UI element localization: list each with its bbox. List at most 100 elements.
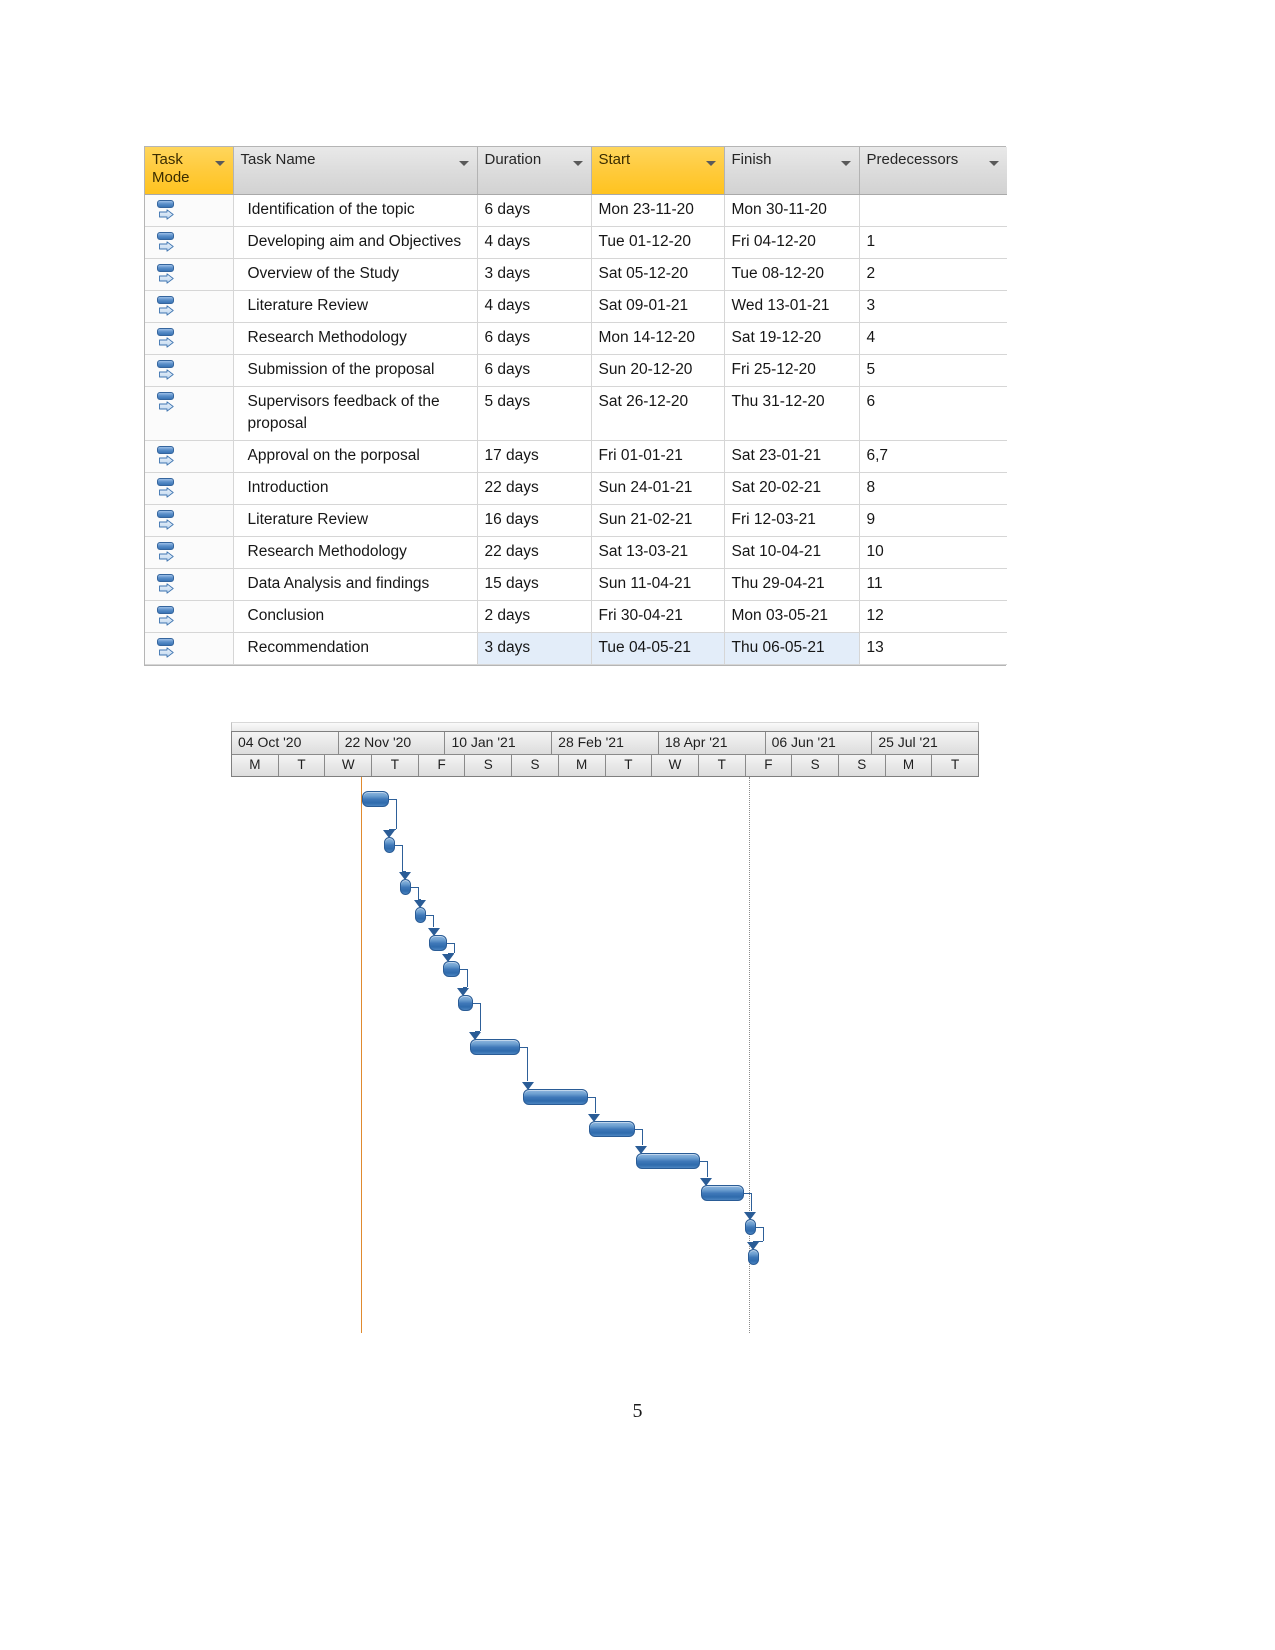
cell-predecessors[interactable]: 12 bbox=[859, 600, 1007, 633]
gantt-bar[interactable] bbox=[415, 907, 427, 923]
cell-finish[interactable]: Fri 12-03-21 bbox=[724, 504, 860, 537]
table-row[interactable]: Supervisors feedback of the proposal 5 da… bbox=[145, 386, 1007, 441]
cell-predecessors[interactable]: 3 bbox=[859, 290, 1007, 323]
cell-finish[interactable]: Thu 29-04-21 bbox=[724, 568, 860, 601]
cell-task-mode[interactable] bbox=[145, 322, 234, 355]
cell-duration[interactable]: 2 days bbox=[477, 600, 592, 633]
cell-task-name[interactable]: Research Methodology bbox=[233, 322, 478, 355]
cell-start[interactable]: Tue 01-12-20 bbox=[591, 226, 725, 259]
cell-task-name[interactable]: Developing aim and Objectives bbox=[233, 226, 478, 259]
cell-task-name[interactable]: Literature Review bbox=[233, 290, 478, 323]
cell-task-name[interactable]: Submission of the proposal bbox=[233, 354, 478, 387]
cell-task-name[interactable]: Data Analysis and findings bbox=[233, 568, 478, 601]
filter-dropdown-icon[interactable] bbox=[987, 157, 1001, 171]
cell-finish[interactable]: Mon 03-05-21 bbox=[724, 600, 860, 633]
gantt-bar[interactable] bbox=[636, 1153, 701, 1169]
gantt-bar[interactable] bbox=[383, 837, 395, 853]
table-row[interactable]: Identification of the topic 6 days Mon 23-… bbox=[145, 194, 1007, 227]
cell-duration[interactable]: 3 days bbox=[477, 632, 592, 665]
cell-duration[interactable]: 5 days bbox=[477, 386, 592, 441]
cell-duration[interactable]: 17 days bbox=[477, 440, 592, 473]
cell-task-mode[interactable] bbox=[145, 440, 234, 473]
cell-duration[interactable]: 16 days bbox=[477, 504, 592, 537]
cell-task-name[interactable]: Overview of the Study bbox=[233, 258, 478, 291]
cell-finish[interactable]: Sat 19-12-20 bbox=[724, 322, 860, 355]
cell-start[interactable]: Fri 01-01-21 bbox=[591, 440, 725, 473]
cell-duration[interactable]: 6 days bbox=[477, 354, 592, 387]
cell-finish[interactable]: Sat 23-01-21 bbox=[724, 440, 860, 473]
cell-task-mode[interactable] bbox=[145, 354, 234, 387]
cell-task-mode[interactable] bbox=[145, 290, 234, 323]
table-row[interactable]: Overview of the Study 3 days Sat 05-12-20 T… bbox=[145, 258, 1007, 291]
cell-task-name[interactable]: Introduction bbox=[233, 472, 478, 505]
cell-predecessors[interactable]: 5 bbox=[859, 354, 1007, 387]
cell-task-mode[interactable] bbox=[145, 536, 234, 569]
cell-predecessors[interactable]: 6 bbox=[859, 386, 1007, 441]
column-header-duration[interactable]: Duration bbox=[477, 147, 592, 195]
cell-duration[interactable]: 4 days bbox=[477, 226, 592, 259]
cell-predecessors[interactable]: 1 bbox=[859, 226, 1007, 259]
cell-task-name[interactable]: Identification of the topic bbox=[233, 194, 478, 227]
table-row[interactable]: Conclusion 2 days Fri 30-04-21 Mon 03-05-21… bbox=[145, 600, 1007, 633]
table-row[interactable]: Data Analysis and findings 15 days Sun 11-… bbox=[145, 568, 1007, 601]
filter-dropdown-icon[interactable] bbox=[839, 157, 853, 171]
cell-task-name[interactable]: Recommendation bbox=[233, 632, 478, 665]
gantt-bar[interactable] bbox=[744, 1219, 756, 1235]
cell-task-mode[interactable] bbox=[145, 568, 234, 601]
cell-finish[interactable]: Sat 20-02-21 bbox=[724, 472, 860, 505]
cell-duration[interactable]: 4 days bbox=[477, 290, 592, 323]
cell-task-name[interactable]: Conclusion bbox=[233, 600, 478, 633]
cell-predecessors[interactable]: 8 bbox=[859, 472, 1007, 505]
cell-finish[interactable]: Mon 30-11-20 bbox=[724, 194, 860, 227]
cell-start[interactable]: Fri 30-04-21 bbox=[591, 600, 725, 633]
cell-predecessors[interactable] bbox=[859, 194, 1007, 227]
cell-task-mode[interactable] bbox=[145, 258, 234, 291]
cell-task-mode[interactable] bbox=[145, 472, 234, 505]
cell-duration[interactable]: 22 days bbox=[477, 472, 592, 505]
cell-duration[interactable]: 6 days bbox=[477, 322, 592, 355]
table-row[interactable]: Developing aim and Objectives 4 days Tue 0… bbox=[145, 226, 1007, 259]
column-header-task-name[interactable]: Task Name bbox=[233, 147, 478, 195]
cell-finish[interactable]: Fri 04-12-20 bbox=[724, 226, 860, 259]
gantt-bar[interactable] bbox=[523, 1089, 588, 1105]
gantt-bar[interactable] bbox=[700, 1185, 745, 1201]
gantt-bar[interactable] bbox=[589, 1121, 636, 1137]
column-header-finish[interactable]: Finish bbox=[724, 147, 860, 195]
cell-task-mode[interactable] bbox=[145, 600, 234, 633]
cell-task-mode[interactable] bbox=[145, 386, 234, 441]
cell-duration[interactable]: 15 days bbox=[477, 568, 592, 601]
gantt-bar[interactable] bbox=[362, 791, 390, 807]
gantt-bar[interactable] bbox=[747, 1249, 759, 1265]
table-row[interactable]: Recommendation 3 days Tue 04-05-21 Thu 06-0… bbox=[145, 632, 1007, 665]
cell-task-name[interactable]: Literature Review bbox=[233, 504, 478, 537]
cell-start[interactable]: Sun 20-12-20 bbox=[591, 354, 725, 387]
gantt-bar[interactable] bbox=[469, 1039, 521, 1055]
cell-duration[interactable]: 22 days bbox=[477, 536, 592, 569]
cell-task-name[interactable]: Approval on the porposal bbox=[233, 440, 478, 473]
cell-finish[interactable]: Sat 10-04-21 bbox=[724, 536, 860, 569]
cell-start[interactable]: Sat 09-01-21 bbox=[591, 290, 725, 323]
cell-task-mode[interactable] bbox=[145, 632, 234, 665]
cell-task-mode[interactable] bbox=[145, 504, 234, 537]
cell-predecessors[interactable]: 9 bbox=[859, 504, 1007, 537]
cell-duration[interactable]: 6 days bbox=[477, 194, 592, 227]
cell-finish[interactable]: Thu 06-05-21 bbox=[724, 632, 860, 665]
cell-predecessors[interactable]: 10 bbox=[859, 536, 1007, 569]
filter-dropdown-icon[interactable] bbox=[213, 157, 227, 171]
cell-predecessors[interactable]: 4 bbox=[859, 322, 1007, 355]
cell-task-name[interactable]: Research Methodology bbox=[233, 536, 478, 569]
table-row[interactable]: Research Methodology 6 days Mon 14-12-20 Sa… bbox=[145, 322, 1007, 355]
cell-finish[interactable]: Thu 31-12-20 bbox=[724, 386, 860, 441]
cell-start[interactable]: Sun 24-01-21 bbox=[591, 472, 725, 505]
filter-dropdown-icon[interactable] bbox=[457, 157, 471, 171]
filter-dropdown-icon[interactable] bbox=[571, 157, 585, 171]
cell-task-name[interactable]: Supervisors feedback of the proposal bbox=[233, 386, 478, 441]
table-row[interactable]: Introduction 22 days Sun 24-01-21 Sat 20-02… bbox=[145, 472, 1007, 505]
cell-start[interactable]: Sun 11-04-21 bbox=[591, 568, 725, 601]
table-row[interactable]: Literature Review 16 days Sun 21-02-21 Fri … bbox=[145, 504, 1007, 537]
gantt-bar[interactable] bbox=[399, 879, 411, 895]
cell-predecessors[interactable]: 6,7 bbox=[859, 440, 1007, 473]
cell-start[interactable]: Tue 04-05-21 bbox=[591, 632, 725, 665]
cell-finish[interactable]: Tue 08-12-20 bbox=[724, 258, 860, 291]
gantt-bar[interactable] bbox=[442, 961, 461, 977]
